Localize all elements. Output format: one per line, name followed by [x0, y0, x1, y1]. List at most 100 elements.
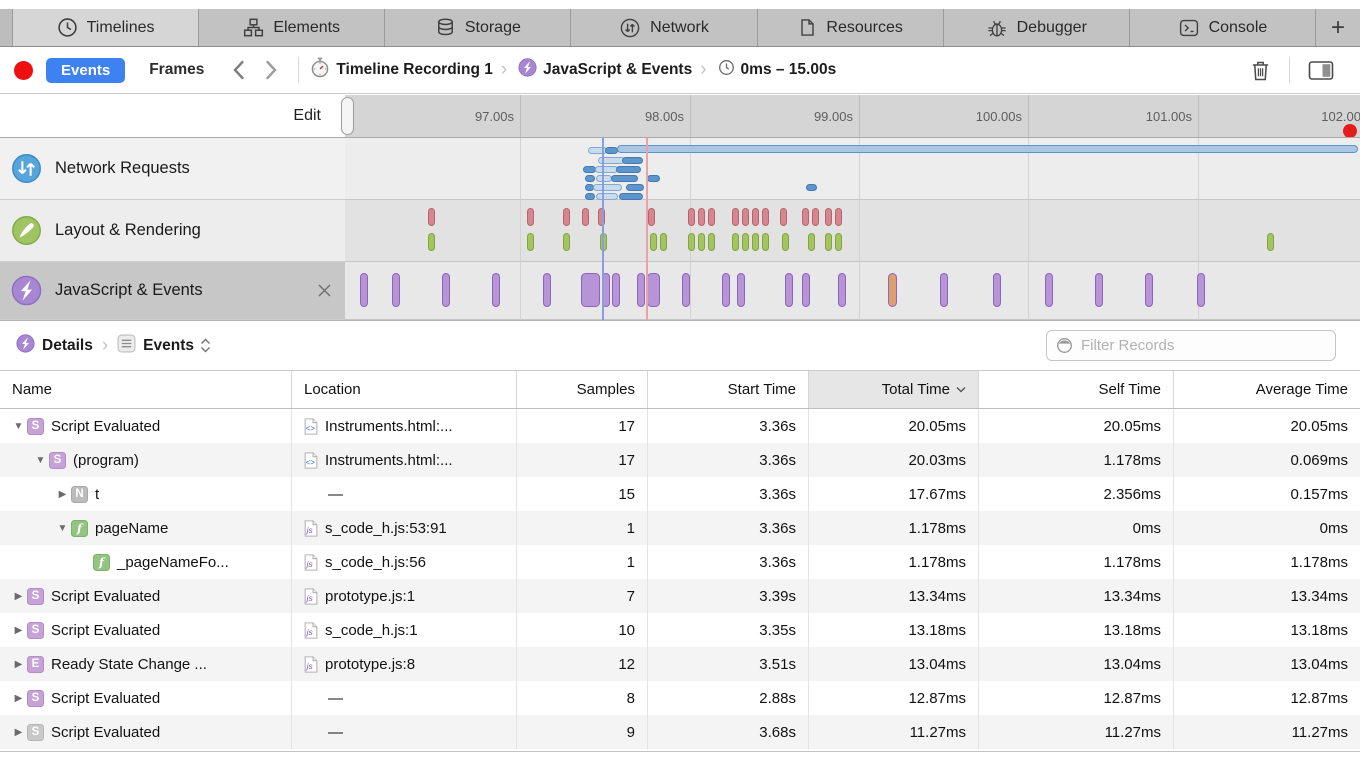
table-row[interactable]: ▼fpageNamejss_code_h.js:53:9113.36s1.178…: [0, 511, 1360, 545]
network-request-bar[interactable]: [616, 166, 641, 173]
table-row[interactable]: ▶Nt—153.36s17.67ms2.356ms0.157ms: [0, 477, 1360, 511]
record-location[interactable]: s_code_h.js:1: [325, 622, 418, 639]
table-row[interactable]: ▶SScript Evaluated—82.88s12.87ms12.87ms1…: [0, 681, 1360, 715]
js-event-pill[interactable]: [838, 273, 846, 307]
paint-event-pill[interactable]: [563, 233, 570, 251]
layout-event-pill[interactable]: [732, 208, 739, 226]
tab-network[interactable]: Network: [571, 9, 757, 46]
js-event-pill[interactable]: [492, 273, 500, 307]
js-event-pill[interactable]: [581, 273, 600, 307]
paint-event-pill[interactable]: [742, 233, 749, 251]
trash-button[interactable]: [1240, 59, 1281, 82]
filter-records-field[interactable]: [1046, 330, 1336, 361]
tab-timelines[interactable]: Timelines: [13, 9, 199, 46]
js-event-pill[interactable]: [1095, 273, 1103, 307]
tab-storage[interactable]: Storage: [385, 9, 571, 46]
tab-console[interactable]: Console: [1130, 9, 1316, 46]
table-row[interactable]: ▼SScript Evaluated<>Instruments.html:...…: [0, 409, 1360, 443]
selection-handle[interactable]: [341, 97, 354, 135]
paint-event-pill[interactable]: [660, 233, 667, 251]
layout-event-pill[interactable]: [742, 208, 749, 226]
disclosure-open-icon[interactable]: ▼: [12, 421, 25, 432]
network-request-bar[interactable]: [622, 157, 643, 164]
timeline-ruler[interactable]: 97.00s98.00s99.00s100.00s101.00s102.00: [345, 95, 1360, 137]
layout-event-pill[interactable]: [582, 208, 589, 226]
js-event-pill[interactable]: [940, 273, 948, 307]
js-event-pill[interactable]: [360, 273, 368, 307]
tab-elements[interactable]: Elements: [199, 9, 385, 46]
js-event-pill[interactable]: [637, 273, 645, 307]
paint-event-pill[interactable]: [808, 233, 815, 251]
disclosure-closed-icon[interactable]: ▶: [12, 727, 25, 738]
paint-event-pill[interactable]: [428, 233, 435, 251]
breadcrumb-timerange[interactable]: 0ms – 15.00s: [718, 59, 837, 81]
breadcrumb-timeline[interactable]: JavaScript & Events: [518, 58, 692, 82]
close-timeline-button[interactable]: [317, 283, 332, 298]
js-event-pill[interactable]: [785, 273, 793, 307]
disclosure-closed-icon[interactable]: ▶: [12, 591, 25, 602]
record-location[interactable]: s_code_h.js:56: [325, 554, 426, 571]
layout-event-pill[interactable]: [780, 208, 787, 226]
layout-event-pill[interactable]: [648, 208, 655, 226]
layout-event-pill[interactable]: [812, 208, 819, 226]
table-row[interactable]: ▶EReady State Change ...jsprototype.js:8…: [0, 647, 1360, 681]
column-header-total-time[interactable]: Total Time: [809, 371, 979, 408]
tab-resources[interactable]: Resources: [758, 9, 944, 46]
record-location[interactable]: Instruments.html:...: [325, 418, 453, 435]
paint-event-pill[interactable]: [708, 233, 715, 251]
js-event-pill[interactable]: [543, 273, 551, 307]
paint-event-pill[interactable]: [1267, 233, 1274, 251]
breadcrumb-recording[interactable]: Timeline Recording 1: [310, 57, 492, 83]
network-request-bar[interactable]: [593, 184, 622, 191]
layout-event-pill[interactable]: [825, 208, 832, 226]
network-request-bar[interactable]: [611, 175, 638, 182]
network-request-bar[interactable]: [626, 184, 644, 191]
js-event-pill[interactable]: [1045, 273, 1053, 307]
js-event-pill[interactable]: [442, 273, 450, 307]
paint-event-pill[interactable]: [527, 233, 534, 251]
network-request-bar[interactable]: [619, 193, 643, 200]
column-header-name[interactable]: Name: [0, 371, 292, 408]
paint-event-pill[interactable]: [782, 233, 789, 251]
filter-records-input[interactable]: [1046, 330, 1336, 361]
table-row[interactable]: ▼S(program)<>Instruments.html:...173.36s…: [0, 443, 1360, 477]
column-header-location[interactable]: Location: [292, 371, 517, 408]
js-event-pill[interactable]: [993, 273, 1001, 307]
layout-event-pill[interactable]: [835, 208, 842, 226]
forward-button[interactable]: [265, 60, 278, 80]
js-event-pill[interactable]: [888, 273, 897, 307]
js-event-pill[interactable]: [722, 273, 730, 307]
add-tab-button[interactable]: +: [1316, 9, 1360, 46]
record-location[interactable]: Instruments.html:...: [325, 452, 453, 469]
layout-event-pill[interactable]: [688, 208, 695, 226]
timeline-row-javascript-events[interactable]: JavaScript & Events: [0, 262, 345, 320]
paint-event-pill[interactable]: [762, 233, 769, 251]
js-event-pill[interactable]: [1145, 273, 1153, 307]
layout-event-pill[interactable]: [428, 208, 435, 226]
paint-event-pill[interactable]: [825, 233, 832, 251]
frames-view-button[interactable]: Frames: [149, 61, 204, 79]
layout-event-pill[interactable]: [698, 208, 705, 226]
layout-event-pill[interactable]: [802, 208, 809, 226]
table-row[interactable]: f_pageNameFo...jss_code_h.js:5613.36s1.1…: [0, 545, 1360, 579]
paint-event-pill[interactable]: [698, 233, 705, 251]
edit-button[interactable]: Edit: [293, 107, 321, 125]
layout-event-pill[interactable]: [762, 208, 769, 226]
paint-event-pill[interactable]: [835, 233, 842, 251]
record-location[interactable]: s_code_h.js:53:91: [325, 520, 447, 537]
layout-event-pill[interactable]: [708, 208, 715, 226]
paint-event-pill[interactable]: [688, 233, 695, 251]
disclosure-closed-icon[interactable]: ▶: [12, 693, 25, 704]
current-time-scrubber[interactable]: [1343, 124, 1357, 137]
js-event-pill[interactable]: [612, 273, 620, 307]
disclosure-open-icon[interactable]: ▼: [56, 523, 69, 534]
record-location[interactable]: prototype.js:1: [325, 588, 415, 605]
disclosure-closed-icon[interactable]: ▶: [12, 625, 25, 636]
layout-event-pill[interactable]: [527, 208, 534, 226]
back-button[interactable]: [232, 60, 245, 80]
column-header-average-time[interactable]: Average Time: [1174, 371, 1360, 408]
js-event-pill[interactable]: [392, 273, 400, 307]
network-request-bar[interactable]: [596, 193, 618, 200]
js-event-pill[interactable]: [682, 273, 690, 307]
view-mode-select[interactable]: Events: [143, 337, 194, 355]
